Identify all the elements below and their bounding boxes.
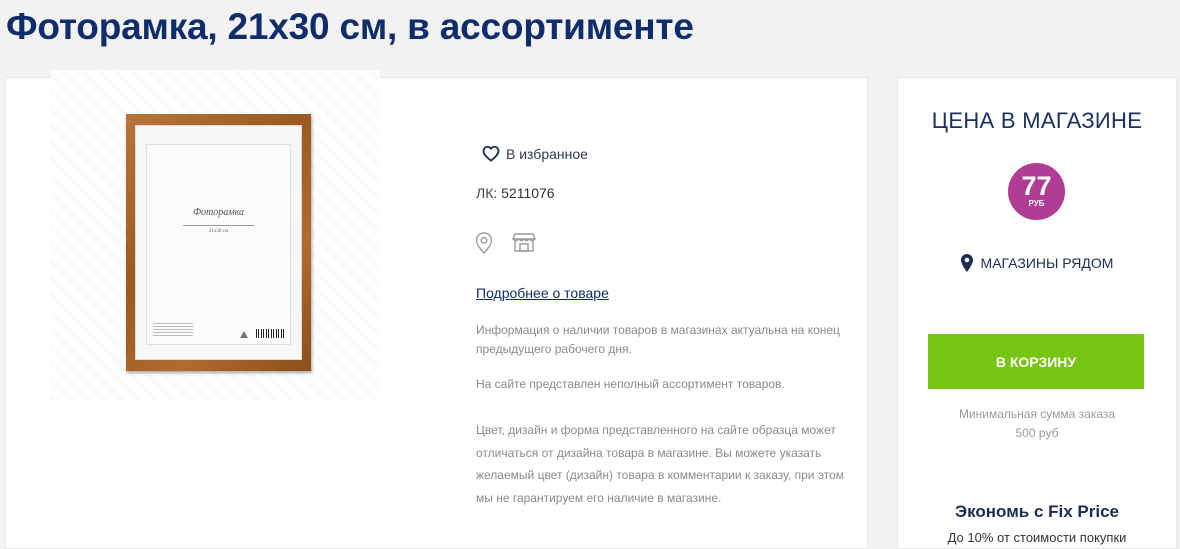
price-currency: РУБ — [1028, 199, 1045, 208]
frame-divider — [183, 225, 254, 226]
nearby-stores-label: МАГАЗИНЫ РЯДОМ — [980, 255, 1114, 271]
store-icon[interactable] — [512, 232, 536, 257]
nearby-stores-link[interactable]: МАГАЗИНЫ РЯДОМ — [898, 254, 1176, 272]
min-order-label: Минимальная сумма заказа — [958, 407, 1116, 421]
frame-mat: Фоторамка 21x30 см — [135, 125, 302, 360]
price-badge: 77 РУБ — [1008, 163, 1065, 220]
product-image-area: Фоторамка 21x30 см — [50, 70, 380, 400]
design-note: Цвет, дизайн и форма представленного на … — [476, 423, 844, 505]
barcode-icon — [256, 329, 284, 338]
min-order-note: Минимальная сумма заказа 500 руб — [898, 405, 1176, 443]
availability-note: Информация о наличии товаров в магазинах… — [476, 323, 840, 356]
recycle-icon — [240, 331, 248, 338]
price-panel: ЦЕНА В МАГАЗИНЕ 77 РУБ МАГАЗИНЫ РЯДОМ В … — [897, 77, 1177, 549]
product-details-link[interactable]: Подробнее о товаре — [476, 285, 609, 301]
frame-caption: Фоторамка — [192, 207, 245, 218]
price-value: 77 — [1021, 171, 1052, 201]
add-to-favorites-button[interactable]: В избранное — [482, 145, 588, 162]
add-to-cart-button[interactable]: В КОРЗИНУ — [928, 334, 1144, 389]
savings-subtitle: До 10% от стоимости покупки — [947, 530, 1127, 545]
product-code: ЛК: 5211076 — [476, 185, 555, 201]
price-panel-title: ЦЕНА В МАГАЗИНЕ — [931, 108, 1143, 133]
product-image[interactable]: Фоторамка 21x30 см — [126, 114, 311, 371]
heart-icon — [482, 145, 500, 162]
product-code-value: 5211076 — [501, 185, 555, 201]
favorites-label: В избранное — [506, 145, 588, 162]
page-title: Фоторамка, 21х30 см, в ассортименте — [6, 6, 694, 47]
map-pin-icon[interactable] — [475, 232, 493, 259]
savings-title: Экономь с Fix Price — [955, 502, 1119, 521]
frame-fine-print — [153, 322, 193, 336]
assortment-note: На сайте представлен неполный ассортимен… — [476, 377, 785, 391]
frame-size-label: 21x30 см — [208, 229, 229, 234]
frame-inner: Фоторамка 21x30 см — [146, 144, 291, 345]
min-order-amount: 500 руб — [1015, 426, 1059, 440]
location-marker-icon — [960, 254, 973, 272]
product-code-label: ЛК: — [476, 185, 498, 201]
